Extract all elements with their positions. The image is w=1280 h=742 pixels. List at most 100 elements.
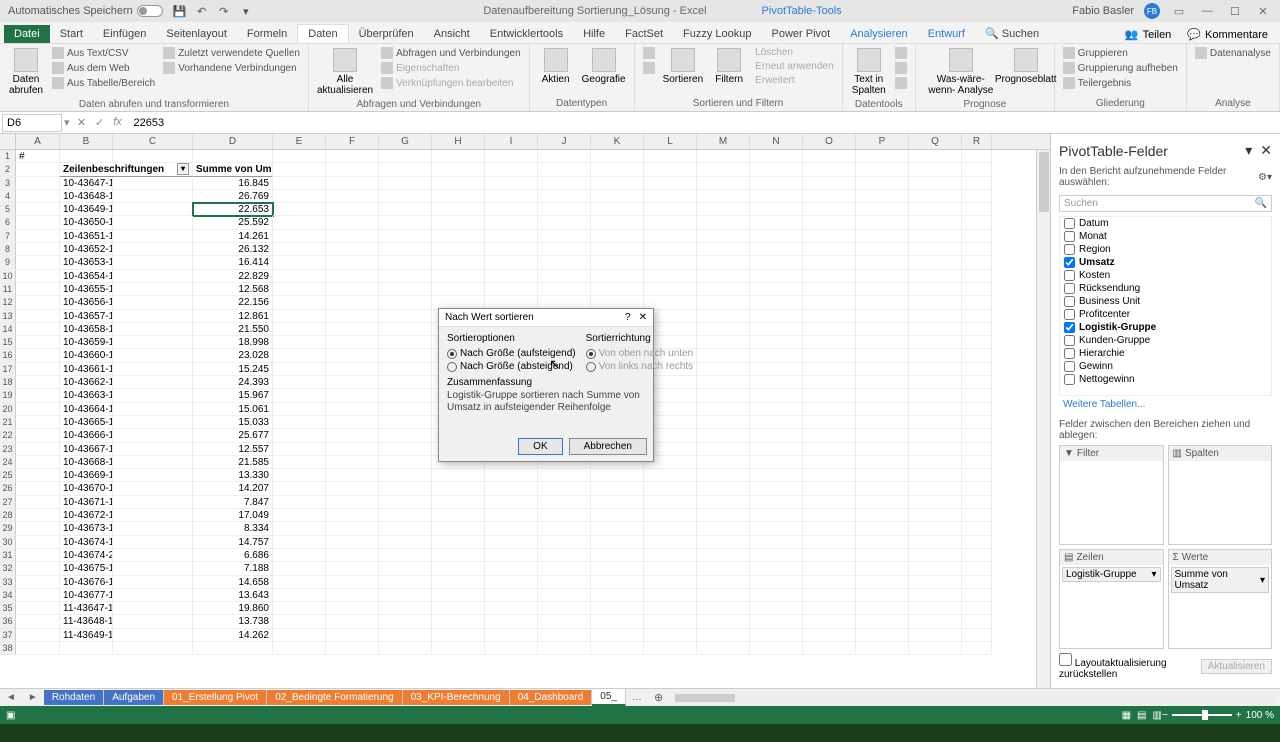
cell[interactable] bbox=[803, 177, 856, 190]
cell[interactable] bbox=[113, 416, 193, 429]
row-header[interactable]: 13 bbox=[0, 310, 16, 323]
cell[interactable] bbox=[485, 177, 538, 190]
cell[interactable] bbox=[697, 522, 750, 535]
filter-button[interactable]: Filtern bbox=[709, 46, 749, 87]
cell[interactable] bbox=[909, 150, 962, 163]
cell[interactable] bbox=[644, 177, 697, 190]
tab-help[interactable]: Hilfe bbox=[573, 25, 615, 43]
cell[interactable] bbox=[909, 536, 962, 549]
cell[interactable] bbox=[432, 615, 485, 628]
zoom-slider[interactable] bbox=[1172, 714, 1232, 716]
cell[interactable] bbox=[697, 509, 750, 522]
cell[interactable] bbox=[379, 270, 432, 283]
cell[interactable]: 15.033 bbox=[193, 416, 273, 429]
cell[interactable] bbox=[432, 536, 485, 549]
cell[interactable] bbox=[697, 177, 750, 190]
cell[interactable] bbox=[113, 615, 193, 628]
autosave-toggle[interactable]: Automatisches Speichern bbox=[8, 5, 163, 17]
cell[interactable] bbox=[750, 363, 803, 376]
forecast-button[interactable]: Prognoseblatt bbox=[1004, 46, 1048, 87]
cell[interactable]: 8.334 bbox=[193, 522, 273, 535]
cell[interactable] bbox=[379, 163, 432, 176]
cell[interactable] bbox=[379, 296, 432, 309]
zoom-in-icon[interactable]: + bbox=[1236, 710, 1242, 721]
cell[interactable] bbox=[856, 230, 909, 243]
row-header[interactable]: 12 bbox=[0, 296, 16, 309]
cell[interactable] bbox=[16, 443, 60, 456]
row-header[interactable]: 6 bbox=[0, 216, 16, 229]
cell[interactable] bbox=[644, 576, 697, 589]
sort-ascending-radio[interactable]: Nach Größe (aufsteigend) bbox=[447, 347, 576, 360]
cell[interactable] bbox=[326, 443, 379, 456]
cell[interactable]: 10-43650-1 bbox=[60, 216, 113, 229]
cell[interactable] bbox=[379, 256, 432, 269]
col-header[interactable]: Q bbox=[909, 134, 962, 149]
cell[interactable] bbox=[962, 416, 992, 429]
cell[interactable] bbox=[909, 469, 962, 482]
sheet-03[interactable]: 03_KPI-Berechnung bbox=[403, 690, 510, 705]
row-header[interactable]: 34 bbox=[0, 589, 16, 602]
cell[interactable] bbox=[856, 310, 909, 323]
more-tables[interactable]: Weitere Tabellen... bbox=[1059, 396, 1272, 413]
cell[interactable] bbox=[16, 363, 60, 376]
cell[interactable] bbox=[326, 243, 379, 256]
tab-layout[interactable]: Seitenlayout bbox=[156, 25, 237, 43]
cell[interactable] bbox=[16, 482, 60, 495]
cell[interactable]: 14.757 bbox=[193, 536, 273, 549]
cell[interactable]: 24.393 bbox=[193, 376, 273, 389]
cell[interactable] bbox=[909, 203, 962, 216]
cell[interactable] bbox=[909, 190, 962, 203]
cell[interactable] bbox=[326, 150, 379, 163]
cell[interactable] bbox=[485, 283, 538, 296]
row-header[interactable]: 10 bbox=[0, 270, 16, 283]
cell[interactable] bbox=[697, 203, 750, 216]
cell[interactable] bbox=[113, 403, 193, 416]
cell[interactable] bbox=[909, 615, 962, 628]
cell[interactable] bbox=[697, 243, 750, 256]
cell[interactable] bbox=[113, 629, 193, 642]
cell[interactable] bbox=[856, 509, 909, 522]
cell[interactable] bbox=[326, 336, 379, 349]
cell[interactable] bbox=[909, 230, 962, 243]
cell[interactable] bbox=[326, 296, 379, 309]
cell[interactable] bbox=[113, 216, 193, 229]
cell[interactable]: 10-43654-1 bbox=[60, 270, 113, 283]
cell[interactable] bbox=[697, 256, 750, 269]
cell[interactable] bbox=[803, 230, 856, 243]
cell[interactable] bbox=[962, 509, 992, 522]
cell[interactable] bbox=[591, 243, 644, 256]
cell[interactable] bbox=[591, 190, 644, 203]
gear-icon[interactable]: ⚙▾ bbox=[1258, 172, 1272, 183]
cell[interactable] bbox=[644, 190, 697, 203]
cell[interactable] bbox=[113, 270, 193, 283]
cell[interactable] bbox=[697, 443, 750, 456]
col-header[interactable]: J bbox=[538, 134, 591, 149]
geography-button[interactable]: Geografie bbox=[580, 46, 628, 87]
cell[interactable] bbox=[113, 389, 193, 402]
cell[interactable] bbox=[326, 469, 379, 482]
cell[interactable]: 10-43662-1 bbox=[60, 376, 113, 389]
cell[interactable]: 14.261 bbox=[193, 230, 273, 243]
row-header[interactable]: 18 bbox=[0, 376, 16, 389]
pivot-field[interactable]: Logistik-Gruppe bbox=[1060, 321, 1271, 334]
cell[interactable]: 25.592 bbox=[193, 216, 273, 229]
cell[interactable] bbox=[856, 203, 909, 216]
cell[interactable] bbox=[485, 562, 538, 575]
cell[interactable] bbox=[750, 536, 803, 549]
cell[interactable] bbox=[113, 203, 193, 216]
cell[interactable] bbox=[193, 150, 273, 163]
cell[interactable] bbox=[697, 536, 750, 549]
pivot-field[interactable]: Hierarchie bbox=[1060, 347, 1271, 360]
cell[interactable] bbox=[962, 482, 992, 495]
cell[interactable] bbox=[962, 376, 992, 389]
cell[interactable] bbox=[538, 469, 591, 482]
sort-za[interactable] bbox=[641, 61, 657, 75]
cell[interactable] bbox=[803, 602, 856, 615]
cell[interactable] bbox=[432, 230, 485, 243]
cell[interactable] bbox=[326, 549, 379, 562]
cell[interactable] bbox=[379, 336, 432, 349]
cell[interactable] bbox=[644, 482, 697, 495]
cell[interactable] bbox=[432, 283, 485, 296]
cell[interactable]: 12.557 bbox=[193, 443, 273, 456]
col-header[interactable]: R bbox=[962, 134, 992, 149]
